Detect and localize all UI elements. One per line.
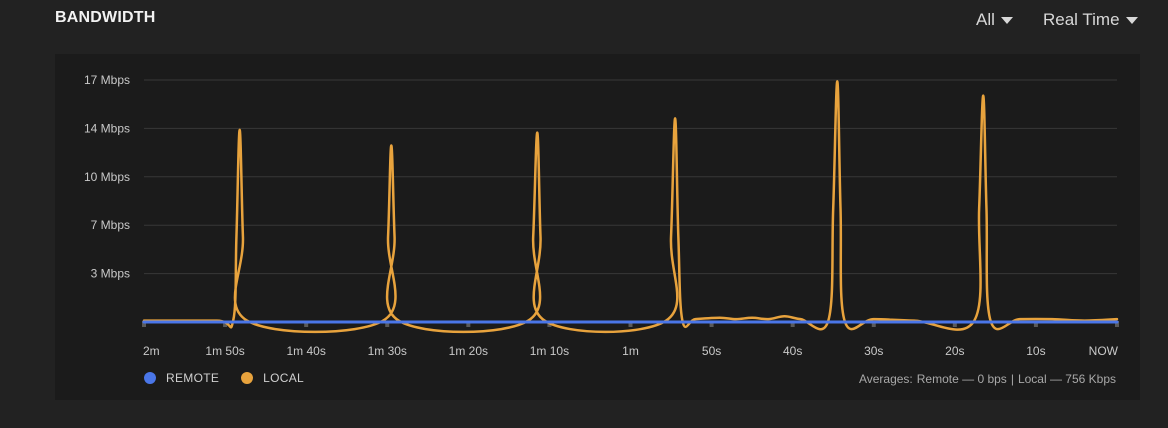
averages-remote: Remote — 0 bps [916, 372, 1007, 386]
y-tick-label: 3 Mbps [91, 267, 130, 281]
chart-legend: REMOTE LOCAL [144, 371, 326, 385]
x-tick-label: 10s [1026, 344, 1045, 358]
legend-item-local[interactable]: LOCAL [241, 371, 304, 385]
averages-local: Local — 756 Kbps [1017, 372, 1116, 386]
y-axis: 3 Mbps 7 Mbps 10 Mbps 14 Mbps 17 Mbps [84, 73, 130, 281]
x-tick-label: 1m 30s [368, 344, 407, 358]
filter-dropdown[interactable]: All [976, 9, 1013, 31]
averages-separator: | [1010, 372, 1014, 386]
caret-down-icon [1125, 16, 1138, 24]
legend-item-remote[interactable]: REMOTE [144, 371, 219, 385]
x-tick-label: 1m 50s [205, 344, 244, 358]
x-tick-label: 1m 40s [286, 344, 325, 358]
x-axis: 2m 1m 50s 1m 40s 1m 30s 1m 20s 1m 10s 1m 50s 40s… [142, 321, 1119, 358]
series-line-local [142, 80, 1119, 334]
bandwidth-chart-panel: 3 Mbps 7 Mbps 10 Mbps 14 Mbps 17 Mbps 2m 1m 5… [55, 54, 1140, 400]
x-tick-label: 50s [702, 344, 721, 358]
x-tick-label: 30s [864, 344, 883, 358]
legend-remote-label: REMOTE [166, 371, 220, 385]
legend-local-label: LOCAL [263, 371, 304, 385]
x-tick-label: 2m [143, 344, 160, 358]
series-layer [142, 80, 1119, 334]
page-title: BANDWIDTH [55, 9, 156, 26]
time-range-dropdown-label: Real Time [1043, 10, 1120, 29]
y-tick-label: 7 Mbps [91, 218, 130, 232]
x-tick-label: 1m [622, 344, 639, 358]
bandwidth-page: BANDWIDTH All Real Time 3 Mbps 7 Mbps 10 M… [0, 0, 1168, 428]
bandwidth-chart[interactable]: 3 Mbps 7 Mbps 10 Mbps 14 Mbps 17 Mbps 2m 1m 5… [55, 54, 1140, 364]
remote-dot-icon [144, 372, 156, 384]
y-tick-label: 10 Mbps [84, 170, 130, 184]
grid-layer [144, 79, 1117, 323]
local-dot-icon [241, 372, 254, 384]
x-tick-label: 20s [945, 344, 964, 358]
y-tick-label: 14 Mbps [84, 121, 130, 135]
time-range-dropdown[interactable]: Real Time [1043, 9, 1138, 31]
averages-summary: Averages: Remote — 0 bps | Local — 756 K… [859, 372, 1116, 386]
filter-dropdown-label: All [976, 10, 995, 29]
x-tick-label: 40s [783, 344, 802, 358]
averages-prefix: Averages: [858, 372, 913, 386]
y-tick-label: 17 Mbps [84, 73, 130, 87]
x-tick-label: NOW [1089, 344, 1119, 358]
x-tick-label: 1m 10s [530, 344, 569, 358]
x-tick-label: 1m 20s [449, 344, 488, 358]
caret-down-icon [1000, 16, 1013, 24]
